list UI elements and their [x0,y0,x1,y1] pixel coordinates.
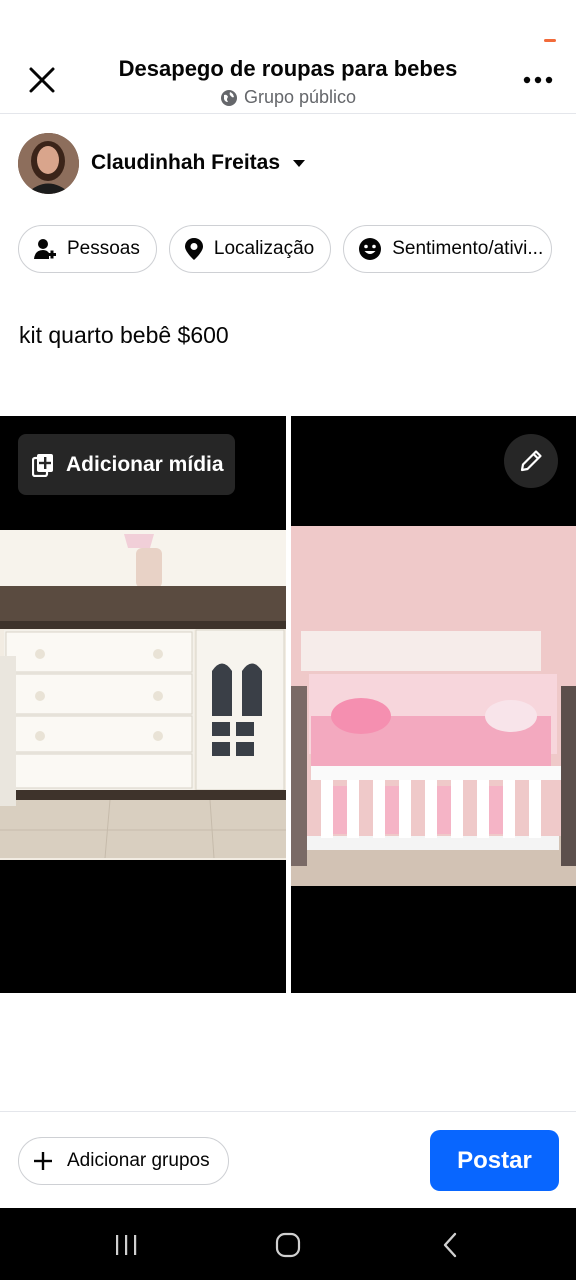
tag-people-chip[interactable]: Pessoas [18,225,157,273]
add-groups-button[interactable]: Adicionar grupos [18,1137,229,1185]
group-title: Desapego de roupas para bebes [118,56,458,81]
add-media-icon [32,453,53,477]
recent-apps-button[interactable] [106,1230,146,1260]
home-icon [275,1232,301,1258]
author-name: Claudinhah Freitas [91,151,306,175]
tag-people-icon [34,239,56,259]
more-options-button[interactable] [518,62,558,98]
status-indicator [544,39,556,42]
composer-header: Desapego de roupas para bebes Grupo públ… [0,0,576,114]
add-media-label: Adicionar mídia [66,452,224,476]
composer-options: Pessoas Localização Sentimento/ativi... [18,225,553,273]
back-chevron-icon [443,1232,457,1258]
globe-icon [220,89,237,106]
pencil-icon [520,450,542,472]
smiley-icon [359,238,382,260]
media-photo-crib[interactable] [291,416,576,993]
location-chip[interactable]: Localização [168,225,332,273]
recent-apps-icon [116,1235,137,1255]
media-photo-dresser[interactable] [0,416,286,993]
close-icon [29,67,55,93]
system-navigation-bar [0,1208,576,1280]
close-button[interactable] [22,60,62,100]
post-button[interactable]: Postar [430,1130,559,1191]
post-text[interactable]: kit quarto bebê $600 [19,322,229,349]
location-label: Localização [213,238,315,259]
back-button[interactable] [430,1230,470,1260]
feeling-activity-chip[interactable]: Sentimento/ativi... [343,225,553,273]
tag-people-label: Pessoas [67,238,140,259]
author-name-label: Claudinhah Freitas [91,151,281,174]
caret-down-icon[interactable] [292,159,306,168]
add-groups-label: Adicionar grupos [67,1150,210,1171]
location-pin-icon [184,238,203,260]
plus-icon [34,1152,52,1170]
group-privacy-label: Grupo público [243,87,357,107]
feeling-activity-label: Sentimento/ativi... [392,238,544,259]
group-privacy: Grupo público [80,87,496,108]
home-button[interactable] [268,1230,308,1260]
add-media-button[interactable]: Adicionar mídia [18,434,235,495]
more-horizontal-icon [523,76,553,84]
author-row[interactable]: Claudinhah Freitas [18,132,306,194]
edit-media-button[interactable] [504,434,558,488]
avatar [18,132,79,194]
